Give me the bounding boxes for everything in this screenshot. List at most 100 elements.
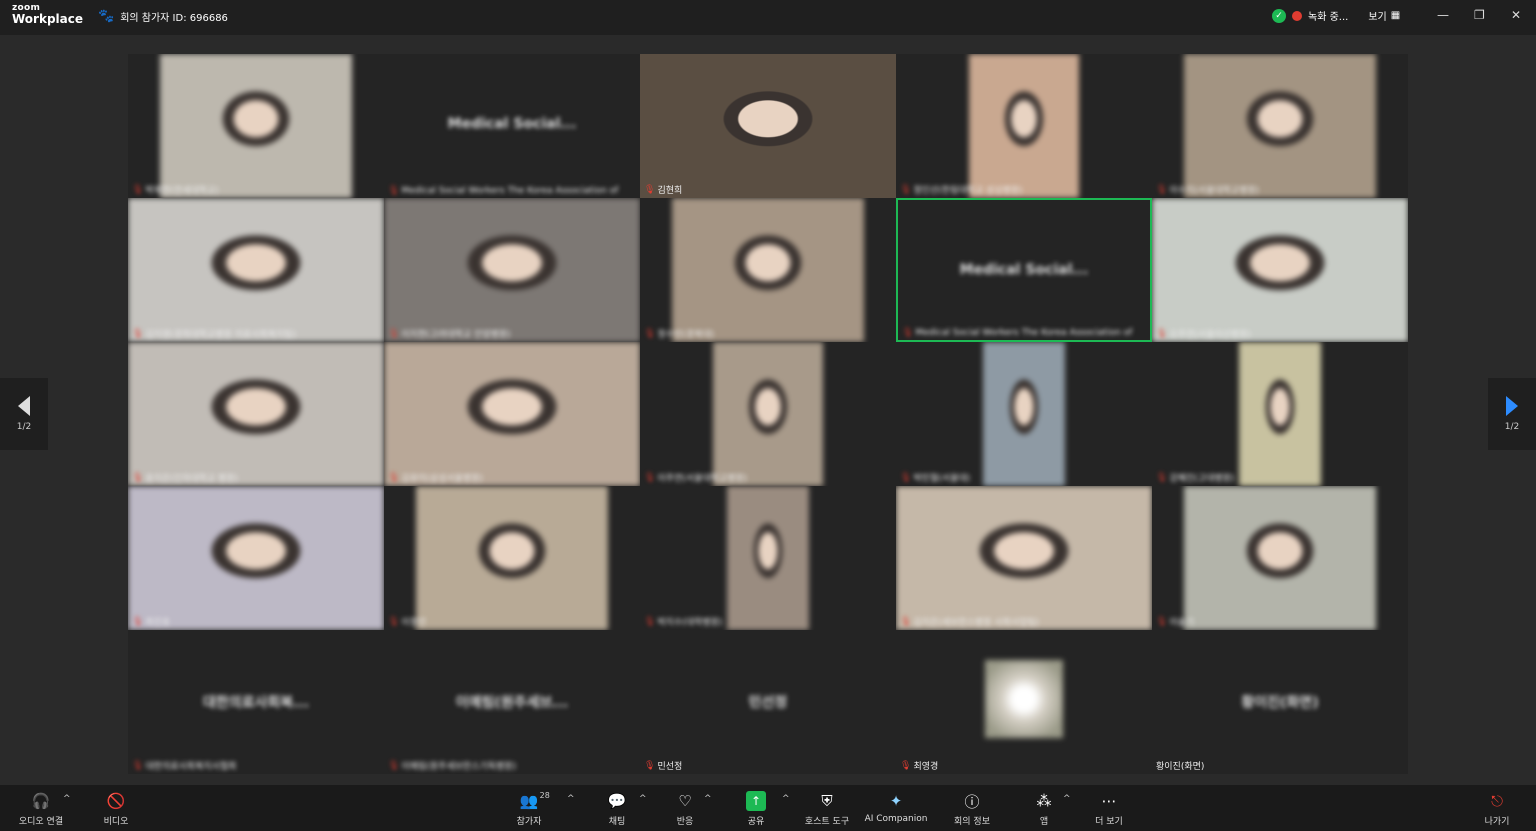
share-caret[interactable]: ^: [782, 794, 790, 804]
participant-video: [384, 342, 640, 486]
participant-name: 이수지(서울대학교병원): [1169, 186, 1260, 196]
participant-tile[interactable]: 🎙 이수지(서울대학교병원): [1152, 54, 1408, 198]
participant-tile[interactable]: 🎙 김현희: [640, 54, 896, 198]
participant-tile[interactable]: 🎙 박민철(서울대): [896, 342, 1152, 486]
profile-photo: [985, 660, 1063, 738]
participant-tile[interactable]: 🎙 최진호: [128, 486, 384, 630]
participant-tile[interactable]: 🎙 이주연(서울대학교병원): [640, 342, 896, 486]
participant-tile[interactable]: 🎙 김유미(삼성서울병원): [384, 342, 640, 486]
mic-muted-icon: 🎙: [902, 328, 914, 338]
next-page-button[interactable]: 1/2: [1488, 378, 1536, 450]
leave-icon: ⎋: [1491, 792, 1503, 810]
chat-caret[interactable]: ^: [639, 794, 647, 804]
participant-name: 이슬기: [1169, 618, 1195, 628]
prev-page-button[interactable]: 1/2: [0, 378, 48, 450]
share-button[interactable]: ↑ 공유: [721, 791, 791, 827]
participant-tile[interactable]: 이예림(원주세브... 🎙 이예림(원주세브란스기독병원): [384, 630, 640, 774]
participant-name-label: 🎙 민선정: [644, 759, 682, 773]
host-tools-button[interactable]: ⛨ 호스트 도구: [792, 791, 862, 827]
participant-name-label: 🎙 윤지은(인하대학교 병원): [132, 471, 239, 485]
title-bar: zoom Workplace 🐾 회의 참가자 ID: 696686 ✓ 녹화 …: [0, 0, 1536, 35]
meeting-info[interactable]: 🐾 회의 참가자 ID: 696686: [98, 9, 228, 24]
participant-tile[interactable]: 🎙 이지현(고려대학교 안암병원): [384, 198, 640, 342]
mic-muted-icon: 🎙: [132, 328, 144, 339]
participant-name: 김지은(세브란스병원 사회사업팀): [913, 618, 1040, 628]
maximize-button[interactable]: ❐: [1474, 8, 1485, 22]
participant-name-label: 🎙 박지수(대학병원): [644, 615, 722, 629]
participants-count: 28: [539, 791, 550, 800]
apps-caret[interactable]: ^: [1063, 794, 1071, 804]
video-button[interactable]: 🚫 비디오: [81, 791, 151, 827]
react-caret[interactable]: ^: [704, 794, 712, 804]
participant-video: [1184, 486, 1376, 630]
apps-icon: ⁂: [1036, 792, 1052, 810]
participant-name: 최진호: [145, 618, 171, 628]
participant-tile[interactable]: 🎙 이슬기: [1152, 486, 1408, 630]
ai-companion-button[interactable]: ✦ AI Companion: [861, 791, 931, 824]
participant-name: 최영경: [913, 762, 939, 772]
participant-name: 이정민: [401, 618, 427, 628]
participant-name-label: 🎙 Medical Social Workers The Korea Associ…: [902, 328, 1132, 338]
info-icon: ⓘ: [964, 792, 980, 811]
participant-name: 박재현(연세대학교): [145, 186, 219, 196]
participant-name: 이예림(원주세브란스기독병원): [401, 762, 517, 772]
participant-tile[interactable]: 🎙 김지영(경희대학교병원 의료사회복지팀): [128, 198, 384, 342]
gallery-grid: 🎙 박재현(연세대학교) Medical Social... 🎙 Medical Soc…: [128, 54, 1408, 774]
participant-tile[interactable]: 민선정 🎙 민선정: [640, 630, 896, 774]
mic-muted-icon: 🎙: [132, 760, 144, 771]
mic-muted-icon: 🎙: [132, 616, 144, 627]
participant-tile[interactable]: 🎙 이정민: [384, 486, 640, 630]
participant-name-label: 🎙 박재현(연세대학교): [132, 183, 219, 197]
participant-tile[interactable]: 🎙 박지수(대학병원): [640, 486, 896, 630]
mic-muted-icon: 🎙: [132, 472, 144, 483]
participant-tile[interactable]: 🎙 정수빈(경북대): [640, 198, 896, 342]
participant-name: 오주연(서울아산병원): [1169, 330, 1251, 340]
participant-tile[interactable]: 🎙 김지은(세브란스병원 사회사업팀): [896, 486, 1152, 630]
participant-tile[interactable]: 🎙 정인선(한림대학교 성심병원): [896, 54, 1152, 198]
participant-display-name: 대한의료사회복...: [202, 695, 310, 711]
participant-tile[interactable]: 황이진(화면) 황이진(화면): [1152, 630, 1408, 774]
participant-tile[interactable]: 🎙 오주연(서울아산병원): [1152, 198, 1408, 342]
participant-name: 대한의료사회복지사협회: [145, 762, 237, 772]
meeting-info-button[interactable]: ⓘ 회의 정보: [937, 791, 1007, 828]
participant-video: [160, 54, 352, 198]
mic-muted-icon: 🎙: [900, 472, 912, 483]
participant-tile[interactable]: 🎙 박재현(연세대학교): [128, 54, 384, 198]
audio-options-caret[interactable]: ^: [63, 794, 71, 804]
participant-name-label: 🎙 김지은(세브란스병원 사회사업팀): [900, 615, 1040, 629]
participant-name-label: 🎙 박민철(서울대): [900, 471, 970, 485]
mic-muted-icon: 🎙: [644, 328, 656, 339]
more-button[interactable]: ⋯ 더 보기: [1074, 791, 1144, 827]
arrow-right-icon: [1506, 396, 1518, 416]
participant-display-name: 황이진(화면): [1241, 695, 1319, 711]
shield-check-icon[interactable]: ✓: [1272, 8, 1286, 23]
close-button[interactable]: ✕: [1511, 8, 1521, 22]
participant-video: [640, 54, 896, 198]
leave-button[interactable]: ⎋ 나가기: [1462, 791, 1532, 827]
participant-tile[interactable]: 🎙 윤지은(인하대학교 병원): [128, 342, 384, 486]
minimize-button[interactable]: —: [1437, 8, 1449, 22]
sparkle-icon: ✦: [889, 792, 903, 810]
mic-muted-icon: 🎙: [644, 472, 656, 483]
participant-tile[interactable]: 🎙 최영경: [896, 630, 1152, 774]
participant-tile[interactable]: 대한의료사회복... 🎙 대한의료사회복지사협회: [128, 630, 384, 774]
participant-video: [128, 198, 384, 342]
participant-name: 이지현(고려대학교 안암병원): [401, 330, 511, 340]
participants-button[interactable]: 👥 28 참가자: [494, 791, 564, 827]
zoom-logo: zoom Workplace: [12, 3, 84, 26]
participant-tile[interactable]: Medical Social... 🎙 Medical Social Workers…: [896, 198, 1152, 342]
heart-icon: ♡: [678, 792, 692, 810]
mic-muted-icon: 🎙: [644, 184, 656, 195]
participants-caret[interactable]: ^: [567, 794, 575, 804]
recording-status[interactable]: ✓ 녹화 중... 보기 ▦: [1272, 8, 1400, 23]
participant-name: 이주연(서울대학교병원): [657, 474, 748, 484]
mic-muted-icon: 🎙: [388, 186, 400, 196]
recording-label[interactable]: 녹화 중...: [1308, 8, 1348, 23]
view-button[interactable]: 보기 ▦: [1368, 8, 1400, 23]
participant-name-label: 🎙 강혜진(고대병원): [1156, 471, 1234, 485]
participant-name: 윤지은(인하대학교 병원): [145, 474, 239, 484]
arrow-left-icon: [18, 396, 30, 416]
participant-tile[interactable]: Medical Social... 🎙 Medical Social Workers…: [384, 54, 640, 198]
participant-tile[interactable]: 🎙 강혜진(고대병원): [1152, 342, 1408, 486]
participant-name: Medical Social Workers The Korea Associa…: [915, 328, 1133, 338]
